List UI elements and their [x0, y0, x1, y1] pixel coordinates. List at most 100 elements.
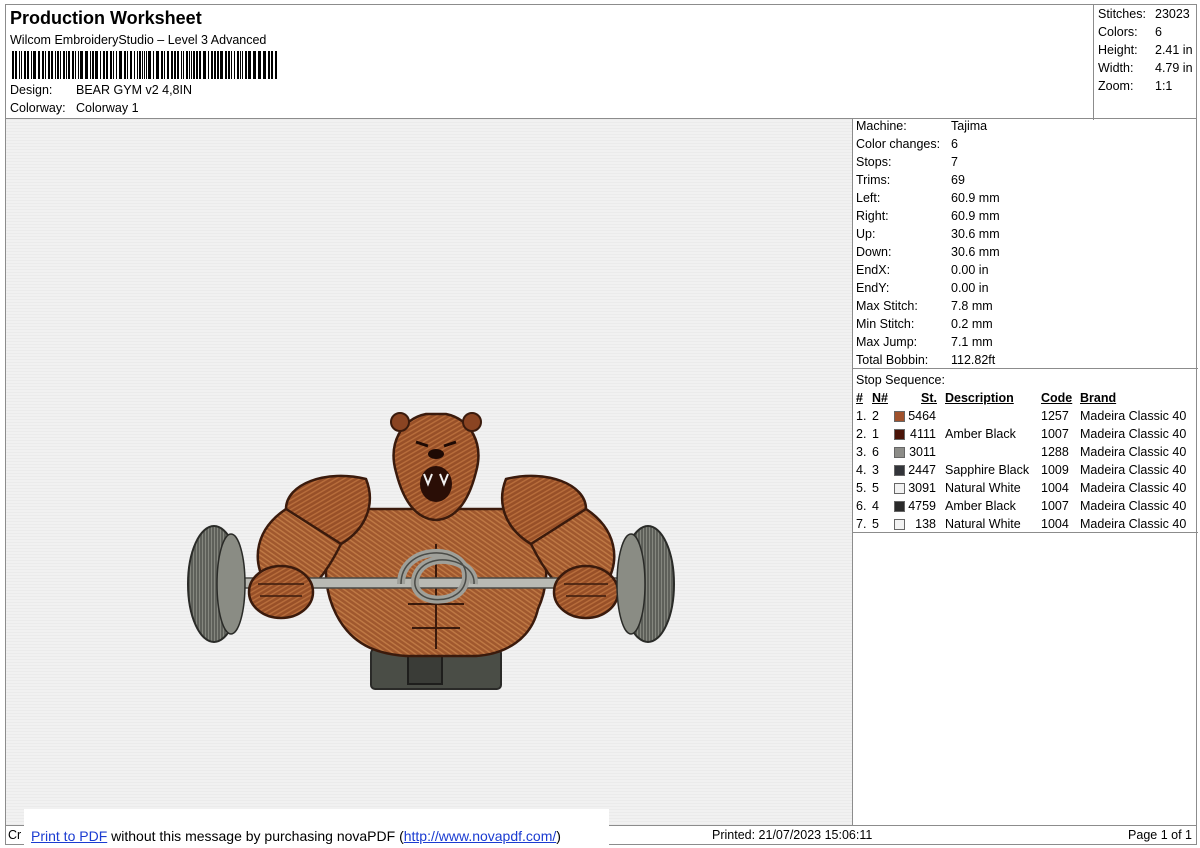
- summary-value: 1:1: [1155, 79, 1173, 93]
- machine-info-label: Min Stitch:: [856, 317, 915, 331]
- design-summary: Stitches: 23023 Colors: 6 Height: 2.41 in Widt…: [1093, 5, 1199, 120]
- colorway-row: Colorway: Colorway 1: [10, 101, 139, 115]
- stop-num: 7.: [856, 517, 867, 531]
- machine-info-row: EndX: 0.00 in: [856, 263, 989, 277]
- summary-row: Stitches: 23023: [1098, 7, 1190, 21]
- color-swatch: [894, 411, 905, 422]
- machine-info-value: 60.9 mm: [951, 209, 1000, 223]
- summary-label: Colors:: [1098, 25, 1138, 39]
- stop-num: 1.: [856, 409, 867, 423]
- col-header-stitches: St.: [921, 391, 937, 405]
- color-swatch: [894, 501, 905, 512]
- stop-needle: 1: [872, 427, 879, 441]
- machine-info-row: Left: 60.9 mm: [856, 191, 1000, 205]
- col-header-description: Description: [945, 391, 1014, 405]
- machine-info-row: Trims: 69: [856, 173, 965, 187]
- col-header-brand: Brand: [1080, 391, 1117, 405]
- design-label: Design:: [10, 83, 53, 97]
- machine-info-label: Left:: [856, 191, 881, 205]
- summary-row: Zoom: 1:1: [1098, 79, 1172, 93]
- machine-info-value: 0.00 in: [951, 281, 989, 295]
- novapdf-message-text: without this message by purchasing novaP…: [107, 828, 404, 844]
- divider: [853, 532, 1198, 533]
- stop-code: 1009: [1041, 463, 1069, 477]
- summary-label: Width:: [1098, 61, 1134, 75]
- machine-info-value: 6: [951, 137, 958, 151]
- stop-description: Natural White: [945, 517, 1021, 531]
- col-header-code: Code: [1041, 391, 1073, 405]
- worksheet-header: Production Worksheet Wilcom EmbroiderySt…: [5, 4, 1199, 120]
- page-number: Page 1 of 1: [1128, 828, 1192, 842]
- summary-row: Height: 2.41 in: [1098, 43, 1193, 57]
- machine-info-value: Tajima: [951, 119, 988, 133]
- machine-info-row: Max Jump: 7.1 mm: [856, 335, 993, 349]
- machine-info-label: Total Bobbin:: [856, 353, 929, 367]
- machine-info-label: Down:: [856, 245, 892, 259]
- machine-info-value: 7.1 mm: [951, 335, 993, 349]
- stop-needle: 4: [872, 499, 879, 513]
- design-row: Design: BEAR GYM v2 4,8IN: [10, 83, 192, 97]
- stop-description: Amber Black: [945, 427, 1016, 441]
- barcode: [12, 51, 277, 79]
- machine-info-label: Color changes:: [856, 137, 941, 151]
- stop-needle: 5: [872, 481, 879, 495]
- machine-info-value: 7: [951, 155, 958, 169]
- stop-code: 1007: [1041, 427, 1069, 441]
- machine-info-row: Min Stitch: 0.2 mm: [856, 317, 993, 331]
- stop-brand: Madeira Classic 40: [1080, 427, 1187, 441]
- stop-brand: Madeira Classic 40: [1080, 409, 1187, 423]
- machine-info-label: Max Jump:: [856, 335, 918, 349]
- machine-info-value: 60.9 mm: [951, 191, 1000, 205]
- summary-value: 6: [1155, 25, 1162, 39]
- machine-info-value: 7.8 mm: [951, 299, 993, 313]
- color-swatch: [894, 429, 905, 440]
- color-swatch: [894, 519, 905, 530]
- machine-info-label: Up:: [856, 227, 876, 241]
- machine-info-label: Machine:: [856, 119, 907, 133]
- novapdf-url-link[interactable]: http://www.novapdf.com/: [404, 828, 557, 844]
- stop-code: 1004: [1041, 481, 1069, 495]
- page-footer: Cr Print to PDF without this message by …: [5, 809, 1197, 845]
- machine-info-label: Right:: [856, 209, 889, 223]
- summary-value: 23023: [1155, 7, 1190, 21]
- stop-num: 2.: [856, 427, 867, 441]
- machine-info-label: Trims:: [856, 173, 891, 187]
- col-header-needle: N#: [872, 391, 888, 405]
- machine-info-row: Color changes: 6: [856, 137, 958, 151]
- colorway-value: Colorway 1: [76, 101, 139, 115]
- novapdf-message-end: ): [556, 828, 561, 844]
- design-preview: [5, 118, 853, 826]
- stop-num: 5.: [856, 481, 867, 495]
- summary-value: 2.41 in: [1155, 43, 1193, 57]
- machine-info-value: 30.6 mm: [951, 227, 1000, 241]
- stop-sequence-label: Stop Sequence:: [856, 373, 945, 387]
- colorway-label: Colorway:: [10, 101, 66, 115]
- stop-description: Amber Black: [945, 499, 1016, 513]
- machine-info-value: 0.00 in: [951, 263, 989, 277]
- machine-info-panel: Machine: Tajima Color changes: 6 Stops: 7 Trim…: [852, 118, 1198, 826]
- design-value: BEAR GYM v2 4,8IN: [76, 83, 193, 97]
- stop-needle: 3: [872, 463, 879, 477]
- stop-brand: Madeira Classic 40: [1080, 463, 1187, 477]
- machine-info-label: Stops:: [856, 155, 892, 169]
- bear-gym-embroidery-image: [187, 412, 675, 690]
- machine-info-row: Right: 60.9 mm: [856, 209, 1000, 223]
- machine-info-value: 0.2 mm: [951, 317, 993, 331]
- machine-info-value: 30.6 mm: [951, 245, 1000, 259]
- stop-needle: 5: [872, 517, 879, 531]
- stop-description: Sapphire Black: [945, 463, 1030, 477]
- color-swatch: [894, 483, 905, 494]
- machine-info-row: Down: 30.6 mm: [856, 245, 1000, 259]
- stop-brand: Madeira Classic 40: [1080, 517, 1187, 531]
- machine-info-row: Max Stitch: 7.8 mm: [856, 299, 993, 313]
- stop-needle: 2: [872, 409, 879, 423]
- stop-code: 1007: [1041, 499, 1069, 513]
- print-to-pdf-link[interactable]: Print to PDF: [31, 828, 107, 844]
- stop-code: 1257: [1041, 409, 1069, 423]
- machine-info-row: Up: 30.6 mm: [856, 227, 1000, 241]
- machine-info-row: Stops: 7: [856, 155, 958, 169]
- stop-description: Natural White: [945, 481, 1021, 495]
- machine-info-value: 69: [951, 173, 965, 187]
- printed-timestamp: Printed: 21/07/2023 15:06:11: [712, 828, 873, 842]
- stop-num: 6.: [856, 499, 867, 513]
